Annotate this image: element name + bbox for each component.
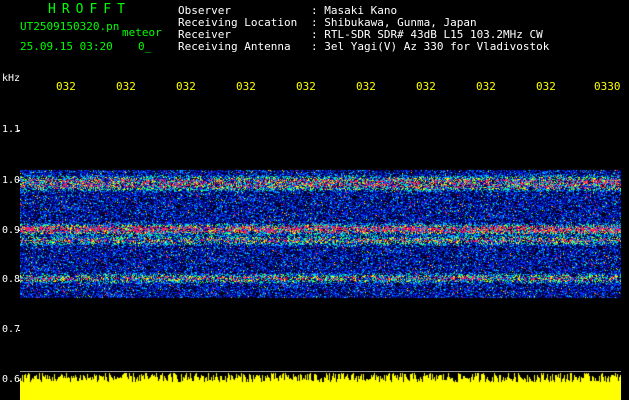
x-tick: 032 [476,80,496,93]
info-label: Receiving Antenna [178,40,291,53]
waterfall-spectrogram [20,100,621,400]
info-value: : 3el Yagi(V) Az 330 for Vladivostok [311,40,550,53]
x-tick: 032 [236,80,256,93]
x-tick: 032 [56,80,76,93]
info-row-antenna: Receiving Antenna : 3el Yagi(V) Az 330 fo… [178,41,549,53]
axis-unit: kHz [2,73,21,84]
datetime-value: 0_ [138,40,152,53]
datetime-label: 25.09.15 03:20 [20,40,113,53]
x-tick: 032 [356,80,376,93]
x-tick: 032 [296,80,316,93]
x-tick: 0330 [594,80,621,93]
file-name: UT2509150320.pn [20,20,120,33]
station-info: Observer: Masaki Kano Receiving Location… [178,5,549,53]
x-tick: 032 [176,80,196,93]
mode-label: meteor [122,26,162,39]
x-tick: 032 [416,80,436,93]
app-title: HROFFT [48,2,131,17]
power-baseline [20,371,621,372]
x-tick: 032 [116,80,136,93]
x-tick: 032 [536,80,556,93]
